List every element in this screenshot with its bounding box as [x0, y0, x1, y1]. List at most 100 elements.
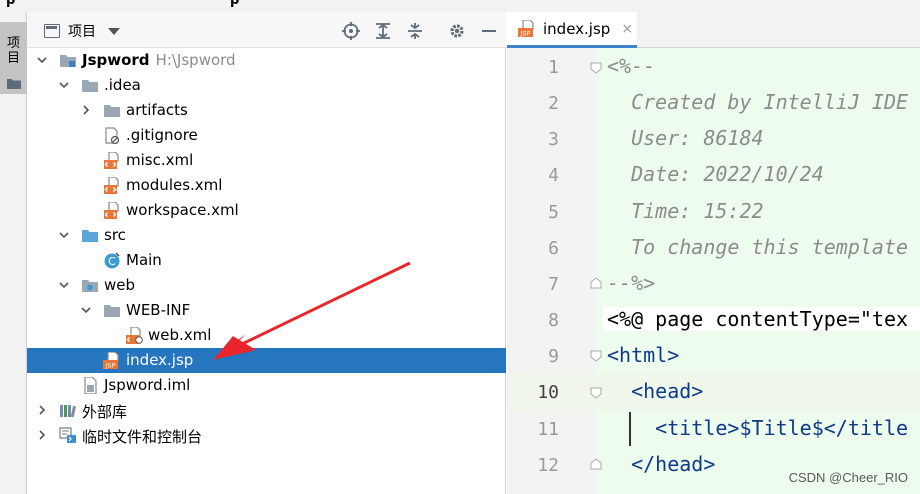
tree-item-label: web.xml	[148, 326, 212, 344]
line-number: 4	[548, 165, 559, 186]
tree-item-modules-xml[interactable]: modules.xml	[27, 173, 506, 198]
project-view-selector[interactable]: 项目	[44, 22, 120, 40]
web-folder-icon	[82, 280, 98, 292]
tree-item-label: Main	[126, 251, 162, 269]
project-panel: 项目 Jspword H:\Jspword .idea artifacts .g…	[27, 12, 506, 494]
code-line-5: Time: 15:22	[607, 199, 764, 223]
code-line-7: --%>	[607, 271, 656, 295]
chevron-down-icon[interactable]	[81, 305, 91, 315]
line-number: 1	[548, 57, 559, 78]
project-tool-window-label: 项目	[7, 36, 21, 66]
tree-item-label: misc.xml	[126, 151, 194, 169]
code-line-12: </head>	[607, 452, 716, 476]
tree-item-label: src	[104, 226, 126, 244]
chevron-down-icon[interactable]	[59, 230, 69, 240]
project-panel-header: 项目	[27, 12, 506, 48]
tree-item-label: Jspword	[82, 51, 150, 69]
svg-text:JSP: JSP	[105, 362, 116, 370]
code-line-9: <html>	[607, 343, 680, 367]
library-icon	[60, 405, 76, 418]
tree-item-jspword[interactable]: Jspword H:\Jspword	[27, 48, 506, 73]
svg-text:C: C	[108, 255, 116, 268]
code-line-2: Created by IntelliJ IDE	[607, 90, 909, 114]
iml-file-icon	[84, 377, 97, 394]
line-number: 9	[548, 346, 559, 367]
expand-all-icon[interactable]	[373, 21, 393, 41]
tree-item-index-jsp[interactable]: JSP index.jsp	[27, 348, 506, 373]
tree-item-label: modules.xml	[126, 176, 223, 194]
code-text: <%-- Created by IntelliJ IDE User: 86184…	[595, 48, 920, 494]
line-number: 6	[548, 238, 559, 259]
close-icon[interactable]: ×	[621, 21, 633, 37]
chevron-down-icon[interactable]	[59, 280, 69, 290]
line-number: 5	[548, 202, 559, 223]
tree-item-jspword-iml[interactable]: Jspword.iml	[27, 373, 506, 398]
project-view-icon	[44, 24, 60, 38]
chevron-right-icon[interactable]	[81, 105, 91, 115]
class-icon: C	[104, 252, 120, 269]
xml-file-icon	[104, 202, 119, 219]
line-number: 8	[548, 310, 559, 331]
tree-item-label: Jspword.iml	[104, 376, 191, 394]
tree-item-gitignore[interactable]: .gitignore	[27, 123, 506, 148]
folder-icon	[104, 105, 120, 117]
window-title-strip: p p	[0, 0, 920, 12]
tab-index-jsp[interactable]: JSP index.jsp ×	[507, 12, 637, 48]
project-tool-window-button[interactable]: 项目	[0, 22, 27, 94]
code-line-10: <head>	[607, 379, 704, 403]
editor-tab-bar: JSP index.jsp ×	[507, 12, 920, 48]
source-folder-icon	[82, 230, 98, 242]
folder-icon	[7, 79, 21, 89]
xml-file-icon	[104, 152, 119, 169]
tree-item-external-libraries[interactable]: 外部库	[27, 398, 506, 423]
code-line-6: To change this template	[607, 235, 909, 259]
tree-item-label: artifacts	[126, 101, 188, 119]
line-number: 7	[548, 274, 559, 295]
code-line-4: Date: 2022/10/24	[607, 162, 824, 186]
tree-item-label: .gitignore	[126, 126, 198, 144]
collapse-all-icon[interactable]	[405, 21, 425, 41]
tree-item-misc-xml[interactable]: misc.xml	[27, 148, 506, 173]
hide-icon[interactable]	[479, 21, 499, 41]
web-xml-icon	[126, 327, 143, 344]
scratch-icon	[59, 427, 76, 443]
tree-item-workspace-xml[interactable]: workspace.xml	[27, 198, 506, 223]
module-folder-icon	[60, 55, 76, 67]
chevron-down-icon[interactable]	[59, 80, 69, 90]
jsp-file-icon: JSP	[103, 352, 119, 370]
line-number: 12	[537, 455, 559, 476]
tree-item-src[interactable]: src	[27, 223, 506, 248]
tree-item-label: workspace.xml	[126, 201, 239, 219]
chevron-right-icon[interactable]	[37, 430, 47, 440]
xml-file-icon	[104, 177, 119, 194]
chevron-down-icon[interactable]	[37, 55, 47, 65]
locate-icon[interactable]	[341, 21, 361, 41]
code-line-3: User: 86184	[607, 126, 764, 150]
tree-item-main[interactable]: C Main	[27, 248, 506, 273]
folder-icon	[104, 305, 120, 317]
code-line-8: <%@ page contentType="tex	[603, 307, 920, 331]
line-number: 3	[548, 129, 559, 150]
project-view-label: 项目	[68, 24, 96, 40]
line-number: 10	[537, 382, 559, 403]
gear-icon[interactable]	[447, 21, 467, 41]
line-number: 2	[548, 93, 559, 114]
tree-item-web[interactable]: web	[27, 273, 506, 298]
tree-item-artifacts[interactable]: artifacts	[27, 98, 506, 123]
tree-item-idea[interactable]: .idea	[27, 73, 506, 98]
tree-item-scratches-and-consoles[interactable]: 临时文件和控制台	[27, 423, 506, 448]
folder-icon	[82, 80, 98, 92]
chevron-down-icon	[108, 27, 120, 35]
left-tool-stripe: 项目	[0, 12, 27, 494]
tree-item-label: index.jsp	[126, 351, 194, 369]
tree-item-web-inf[interactable]: WEB-INF	[27, 298, 506, 323]
tree-item-label: web	[104, 276, 136, 294]
window-title-fragment: p	[6, 0, 16, 8]
svg-text:JSP: JSP	[520, 30, 531, 38]
tree-item-label: .idea	[104, 76, 141, 94]
tree-item-label: 临时文件和控制台	[82, 428, 203, 446]
tree-item-web-xml[interactable]: web.xml	[27, 323, 506, 348]
chevron-right-icon[interactable]	[37, 405, 47, 415]
line-number: 11	[537, 419, 559, 440]
window-title-fragment-right: p	[230, 0, 240, 8]
